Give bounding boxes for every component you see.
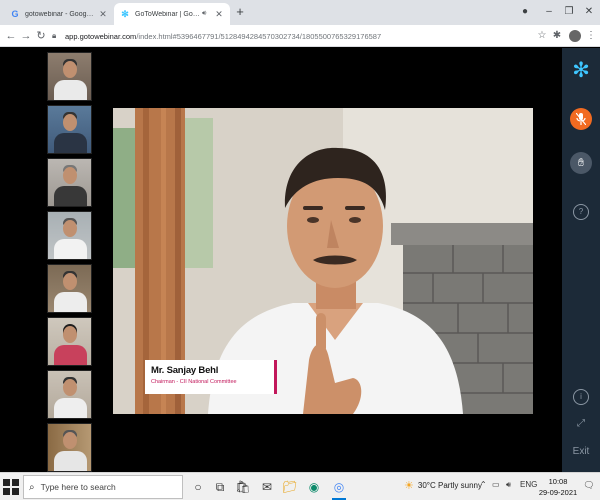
new-tab-button[interactable]: + <box>233 4 247 20</box>
clock-time: 10:08 <box>548 477 568 486</box>
participant-thumbnail[interactable] <box>47 317 92 366</box>
taskbar-search-input[interactable]: ⌕ Type here to search <box>23 475 183 499</box>
file-explorer-icon[interactable]: 📁︎ <box>280 477 300 497</box>
speaker-icon[interactable]: 🔊︎ <box>202 10 211 18</box>
network-icon[interactable]: ▭ <box>492 480 500 489</box>
store-icon[interactable]: 🛍︎ <box>233 477 253 497</box>
profile-circle-icon[interactable]: ● <box>516 4 534 20</box>
tab-title: GoToWebinar | GoToWebinar <box>135 10 200 18</box>
browser-tab-strip: G gotowebinar - Google Search ✕ ✻ GoToWe… <box>0 0 600 25</box>
close-icon[interactable]: ✕ <box>214 9 224 20</box>
presenter-title: Chairman - CII National Committee <box>151 379 237 385</box>
profile-avatar[interactable] <box>569 30 581 42</box>
address-bar[interactable]: 🔒︎ app.gotowebinar.com/index.html#539646… <box>52 28 544 44</box>
windows-taskbar: ⌕ Type here to search ○ ⧉ 🛍︎ ✉ 📁︎ ◉ ◎ ☀ … <box>0 472 600 500</box>
participant-thumbnail[interactable] <box>47 423 92 472</box>
close-window-icon[interactable]: ✕ <box>580 4 598 20</box>
restore-icon[interactable]: ❐ <box>560 4 578 20</box>
participant-thumbnail[interactable] <box>47 158 92 207</box>
raise-hand-icon[interactable]: ✋︎ <box>570 152 592 174</box>
gotowebinar-logo-icon: ✻ <box>572 59 590 82</box>
task-view-icon[interactable]: ⧉ <box>210 477 230 497</box>
participant-thumbnail[interactable] <box>47 264 92 313</box>
presenter-video: Mr. Sanjay Behl Chairman - CII National … <box>113 108 533 414</box>
minimize-icon[interactable]: – <box>540 4 558 20</box>
taskbar-clock[interactable]: 10:08 29-09-2021 <box>538 476 578 498</box>
search-icon: ⌕ <box>29 481 35 493</box>
weather-temp: 30°C <box>417 481 436 490</box>
forward-arrow-icon[interactable]: → <box>19 28 33 44</box>
presenter-name: Mr. Sanjay Behl <box>151 365 219 376</box>
tab-gotowebinar[interactable]: ✻ GoToWebinar | GoToWebinar 🔊︎ ✕ <box>114 3 230 25</box>
participant-thumbnail[interactable] <box>47 105 92 154</box>
lock-icon: 🔒︎ <box>52 31 57 40</box>
more-vert-icon[interactable]: ⋮ <box>584 28 598 44</box>
extensions-icon[interactable]: ✱ <box>550 28 564 44</box>
cortana-icon[interactable]: ○ <box>188 477 208 497</box>
url-host: app.gotowebinar.com <box>65 31 137 41</box>
language-indicator[interactable]: ENG <box>520 480 537 489</box>
screen: G gotowebinar - Google Search ✕ ✻ GoToWe… <box>0 0 600 500</box>
tray-chevron-icon[interactable]: ⌃ <box>480 480 487 489</box>
weather-text: Partly sunny <box>437 481 483 490</box>
url-path: /index.html#5396467791/51284942845703027… <box>136 31 382 41</box>
microphone-icon[interactable] <box>570 108 592 130</box>
help-icon[interactable]: ? <box>573 204 589 220</box>
edge-icon[interactable]: ◉ <box>304 477 324 497</box>
gotowebinar-icon: ✻ <box>121 8 129 19</box>
tab-title: gotowebinar - Google Search <box>25 10 95 18</box>
google-icon: G <box>11 9 19 19</box>
clock-date: 29-09-2021 <box>538 488 578 497</box>
presenter-name-plate: Mr. Sanjay Behl Chairman - CII National … <box>145 360 277 394</box>
volume-icon[interactable]: 🔊︎ <box>506 480 511 490</box>
tab-google-search[interactable]: G gotowebinar - Google Search ✕ <box>4 3 114 25</box>
exit-button[interactable]: Exit <box>562 446 600 457</box>
weather-widget[interactable]: ☀ 30°C Partly sunny <box>404 479 482 492</box>
notifications-icon[interactable]: 🗨︎ <box>583 480 595 492</box>
close-icon[interactable]: ✕ <box>98 9 108 20</box>
chrome-icon[interactable]: ◎ <box>329 477 349 500</box>
partly-sunny-icon: ☀ <box>404 480 414 492</box>
url-text: app.gotowebinar.com/index.html#539646779… <box>65 32 381 41</box>
control-rail: ✻ ✋︎ ? i ⤢ Exit <box>562 48 600 472</box>
participant-thumbnail[interactable] <box>47 52 92 101</box>
search-placeholder: Type here to search <box>40 482 116 492</box>
back-arrow-icon[interactable]: ← <box>4 28 18 44</box>
participant-thumbnail[interactable] <box>47 370 92 419</box>
windows-start-icon[interactable] <box>3 479 19 495</box>
webinar-viewer: Mr. Sanjay Behl Chairman - CII National … <box>0 48 600 472</box>
participant-thumbnail[interactable] <box>47 211 92 260</box>
browser-toolbar: ← → ↻ 🔒︎ app.gotowebinar.com/index.html#… <box>0 25 600 47</box>
bookmark-star-icon[interactable]: ☆ <box>535 28 549 44</box>
mail-icon[interactable]: ✉ <box>257 477 277 497</box>
fullscreen-icon[interactable]: ⤢ <box>573 416 589 432</box>
reload-icon[interactable]: ↻ <box>34 28 48 44</box>
info-icon[interactable]: i <box>573 389 589 405</box>
